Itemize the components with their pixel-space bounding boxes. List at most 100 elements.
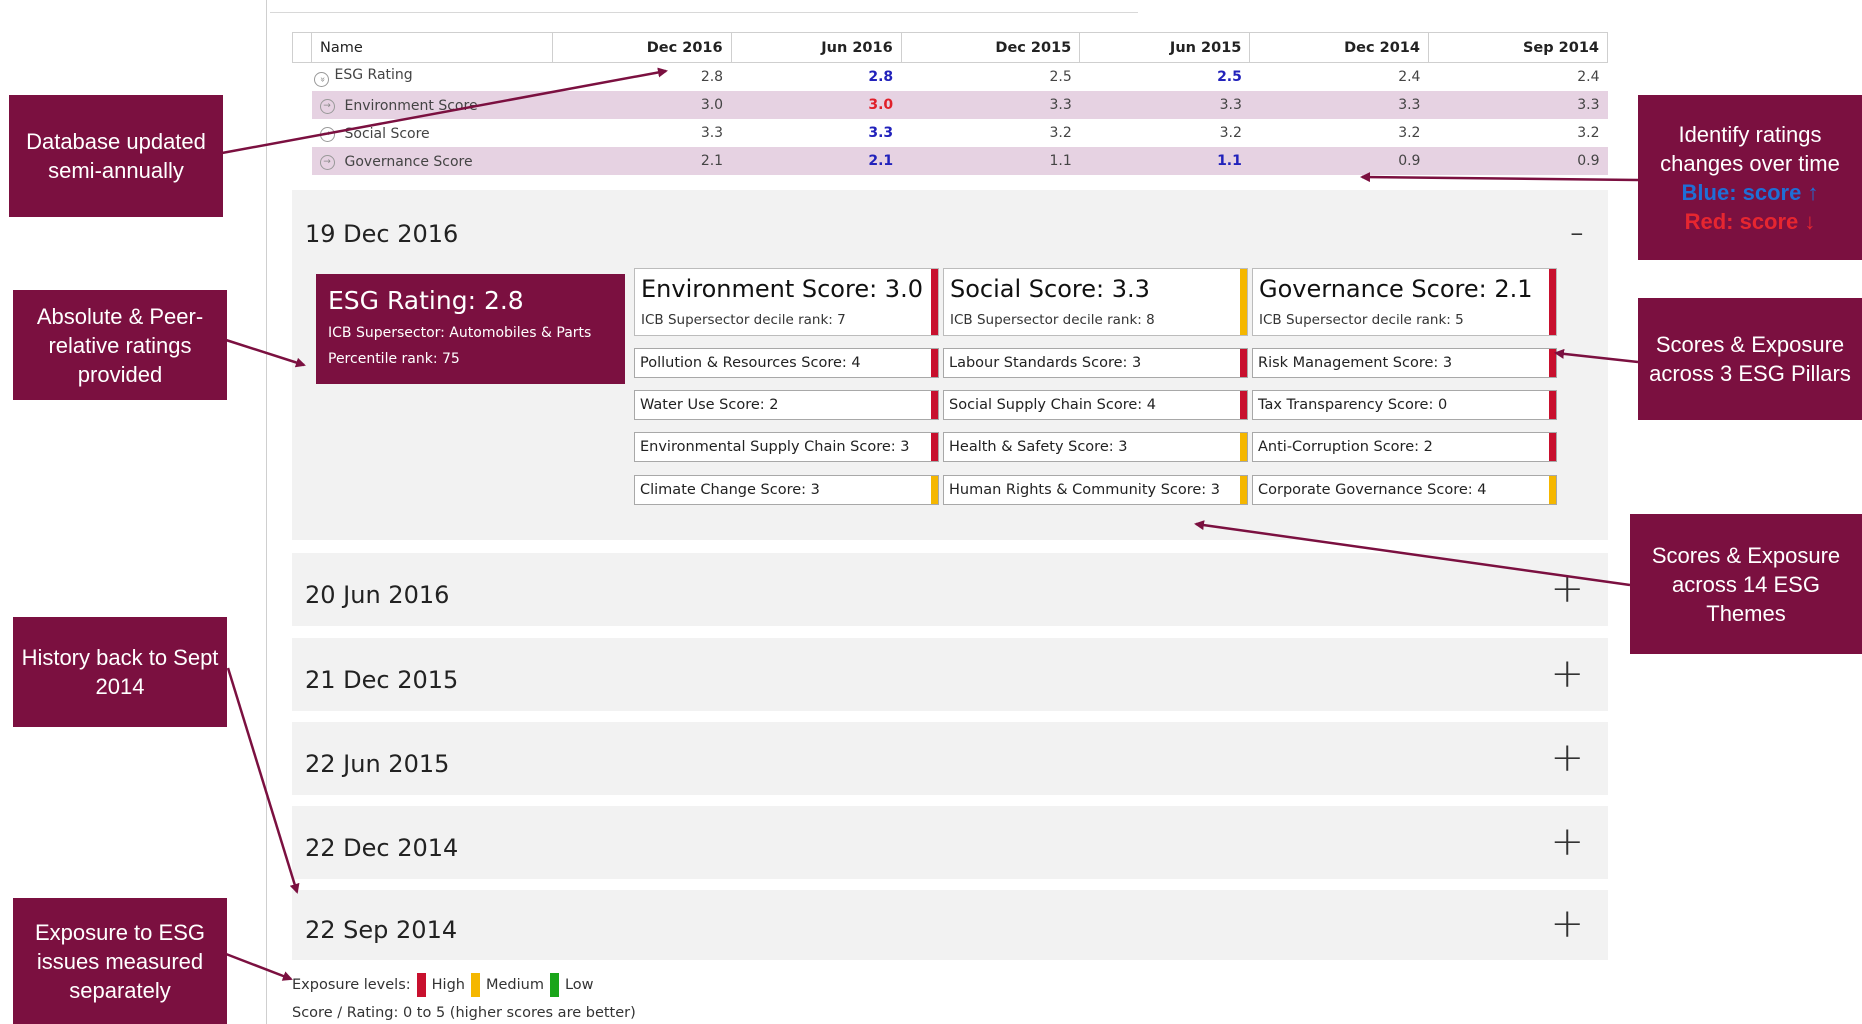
theme-score-box[interactable]: Water Use Score: 2 bbox=[634, 390, 939, 420]
column-header[interactable]: Dec 2015 bbox=[900, 32, 1081, 63]
column-header[interactable]: Jun 2015 bbox=[1079, 32, 1251, 63]
exposure-bar bbox=[1240, 269, 1247, 335]
score-cell: 2.8 bbox=[868, 69, 894, 85]
theme-score-box[interactable]: Tax Transparency Score: 0 bbox=[1252, 390, 1557, 420]
theme-score-box[interactable]: Human Rights & Community Score: 3 bbox=[943, 475, 1248, 505]
theme-score-box[interactable]: Climate Change Score: 3 bbox=[634, 475, 939, 505]
top-divider bbox=[1013, 12, 1136, 13]
row-spacer bbox=[293, 63, 312, 92]
exposure-bar bbox=[1549, 476, 1556, 504]
history-row[interactable]: → Governance Score 2.1 2.1 1.1 1.1 0.9 0.9 bbox=[293, 147, 1608, 175]
score-cell: 2.1 bbox=[552, 147, 732, 175]
accordion-panel-22-jun-2015: 22 Jun 2015 + bbox=[292, 722, 1608, 795]
theme-score-box[interactable]: Social Supply Chain Score: 4 bbox=[943, 390, 1248, 420]
theme-score-box[interactable]: Corporate Governance Score: 4 bbox=[1252, 475, 1557, 505]
expand-toggle[interactable]: + bbox=[1550, 654, 1584, 694]
column-header[interactable]: Dec 2016 bbox=[552, 32, 732, 63]
pillar-title: Social Score: 3.3 bbox=[950, 275, 1150, 303]
score-cell: 3.3 bbox=[901, 91, 1080, 119]
theme-score-box[interactable]: Anti-Corruption Score: 2 bbox=[1252, 432, 1557, 462]
expand-toggle[interactable]: + bbox=[1550, 904, 1584, 944]
history-row[interactable]: » ESG Rating 2.8 2.8 2.5 2.5 2.4 2.4 bbox=[293, 63, 1608, 92]
column-header[interactable]: Dec 2014 bbox=[1249, 32, 1429, 63]
callout-themes-text: Scores & Exposure across 14 ESG Themes bbox=[1651, 542, 1841, 626]
callout-absolute: Absolute & Peer-relative ratings provide… bbox=[13, 290, 227, 400]
row-name-cell: » ESG Rating bbox=[312, 63, 553, 92]
collapse-toggle[interactable]: - bbox=[1570, 212, 1584, 252]
legend-prefix: Exposure levels: bbox=[292, 977, 411, 993]
row-name-cell: → Social Score bbox=[312, 119, 553, 147]
score-cell: 3.3 bbox=[1428, 91, 1608, 119]
pillar-card[interactable]: Environment Score: 3.0 ICB Supersector de… bbox=[634, 268, 939, 336]
callout-history-text: History back to Sept 2014 bbox=[21, 645, 219, 699]
name-column-header[interactable]: Name bbox=[311, 32, 553, 63]
legend-medium: Medium bbox=[485, 977, 544, 993]
exposure-legend: Exposure levels: High Medium Low bbox=[292, 973, 594, 997]
exposure-bar bbox=[1240, 476, 1247, 504]
expand-toggle[interactable]: + bbox=[1550, 738, 1584, 778]
arrow-history bbox=[226, 667, 300, 894]
score-cell: 2.4 bbox=[1398, 69, 1421, 85]
high-swatch bbox=[416, 973, 426, 997]
theme-label: Anti-Corruption Score: 2 bbox=[1258, 439, 1433, 455]
panel-date[interactable]: 22 Jun 2015 bbox=[305, 750, 449, 778]
column-header[interactable]: Sep 2014 bbox=[1427, 32, 1609, 63]
theme-label: Pollution & Resources Score: 4 bbox=[640, 355, 861, 371]
theme-label: Corporate Governance Score: 4 bbox=[1258, 482, 1487, 498]
exposure-bar bbox=[1240, 349, 1247, 377]
panel-date[interactable]: 22 Dec 2014 bbox=[305, 834, 458, 862]
theme-score-box[interactable]: Health & Safety Score: 3 bbox=[943, 432, 1248, 462]
score-cell: 3.2 bbox=[1398, 125, 1421, 141]
theme-score-box[interactable]: Risk Management Score: 3 bbox=[1252, 348, 1557, 378]
exposure-bar bbox=[1549, 349, 1556, 377]
exposure-bar bbox=[931, 269, 938, 335]
panel-date[interactable]: 22 Sep 2014 bbox=[305, 916, 457, 944]
theme-score-box[interactable]: Pollution & Resources Score: 4 bbox=[634, 348, 939, 378]
pillar-title: Environment Score: 3.0 bbox=[641, 275, 923, 303]
panel-date[interactable]: 19 Dec 2016 bbox=[305, 220, 458, 248]
callout-themes: Scores & Exposure across 14 ESG Themes bbox=[1630, 514, 1862, 654]
history-header-row: Name Dec 2016 Jun 2016 Dec 2015 Jun 2015… bbox=[292, 32, 1609, 63]
pillar-card[interactable]: Social Score: 3.3 ICB Supersector decile … bbox=[943, 268, 1248, 336]
score-cell: 1.1 bbox=[1079, 147, 1250, 175]
score-cell: 3.2 bbox=[1049, 125, 1072, 141]
callout-identify-blue: Blue: score ↑ bbox=[1681, 179, 1819, 205]
panel-date[interactable]: 20 Jun 2016 bbox=[305, 581, 449, 609]
score-cell: 0.9 bbox=[1428, 147, 1608, 175]
score-cell: 2.5 bbox=[1217, 69, 1242, 85]
theme-score-box[interactable]: Environmental Supply Chain Score: 3 bbox=[634, 432, 939, 462]
score-cell: 3.2 bbox=[1577, 125, 1600, 141]
callout-database-text: Database updated semi-annually bbox=[26, 129, 206, 183]
score-cell: 3.0 bbox=[731, 91, 902, 119]
pillar-rank: ICB Supersector decile rank: 5 bbox=[1259, 312, 1464, 328]
drilldown-icon[interactable]: → bbox=[319, 98, 335, 114]
callout-exposure: Exposure to ESG issues measured separate… bbox=[13, 898, 227, 1024]
theme-label: Labour Standards Score: 3 bbox=[949, 355, 1142, 371]
expand-toggle[interactable]: + bbox=[1550, 822, 1584, 862]
pillar-card[interactable]: Governance Score: 2.1 ICB Supersector dec… bbox=[1252, 268, 1557, 336]
panel-date[interactable]: 21 Dec 2015 bbox=[305, 666, 458, 694]
drilldown-icon[interactable]: → bbox=[319, 154, 335, 170]
accordion-panel-21-dec-2015: 21 Dec 2015 + bbox=[292, 638, 1608, 711]
accordion-panel-22-dec-2014: 22 Dec 2014 + bbox=[292, 806, 1608, 879]
exposure-bar bbox=[931, 433, 938, 461]
expand-toggle[interactable]: + bbox=[1550, 569, 1584, 609]
theme-label: Environmental Supply Chain Score: 3 bbox=[640, 439, 910, 455]
history-row[interactable]: → Social Score 3.3 3.3 3.2 3.2 3.2 3.2 bbox=[293, 119, 1608, 147]
low-swatch bbox=[549, 973, 559, 997]
score-cell: 3.3 bbox=[1249, 91, 1429, 119]
score-cell: 3.2 bbox=[1219, 125, 1242, 141]
accordion-panel-20-jun-2016: 20 Jun 2016 + bbox=[292, 553, 1608, 626]
expand-row-icon[interactable]: » bbox=[313, 72, 329, 87]
esg-rating-box: ESG Rating: 2.8 ICB Supersector: Automob… bbox=[316, 274, 625, 384]
column-header[interactable]: Jun 2016 bbox=[730, 32, 902, 63]
callout-pillars-text: Scores & Exposure across 3 ESG Pillars bbox=[1649, 332, 1851, 386]
history-row[interactable]: → Environment Score 3.0 3.0 3.3 3.3 3.3 3.3 bbox=[293, 91, 1608, 119]
score-cell: 2.8 bbox=[700, 69, 724, 85]
theme-score-box[interactable]: Labour Standards Score: 3 bbox=[943, 348, 1248, 378]
top-divider bbox=[270, 12, 1138, 13]
drilldown-icon[interactable]: → bbox=[319, 126, 335, 142]
exposure-bar bbox=[1549, 391, 1556, 419]
arrow-exposure bbox=[225, 952, 293, 981]
callout-database: Database updated semi-annually bbox=[9, 95, 223, 217]
